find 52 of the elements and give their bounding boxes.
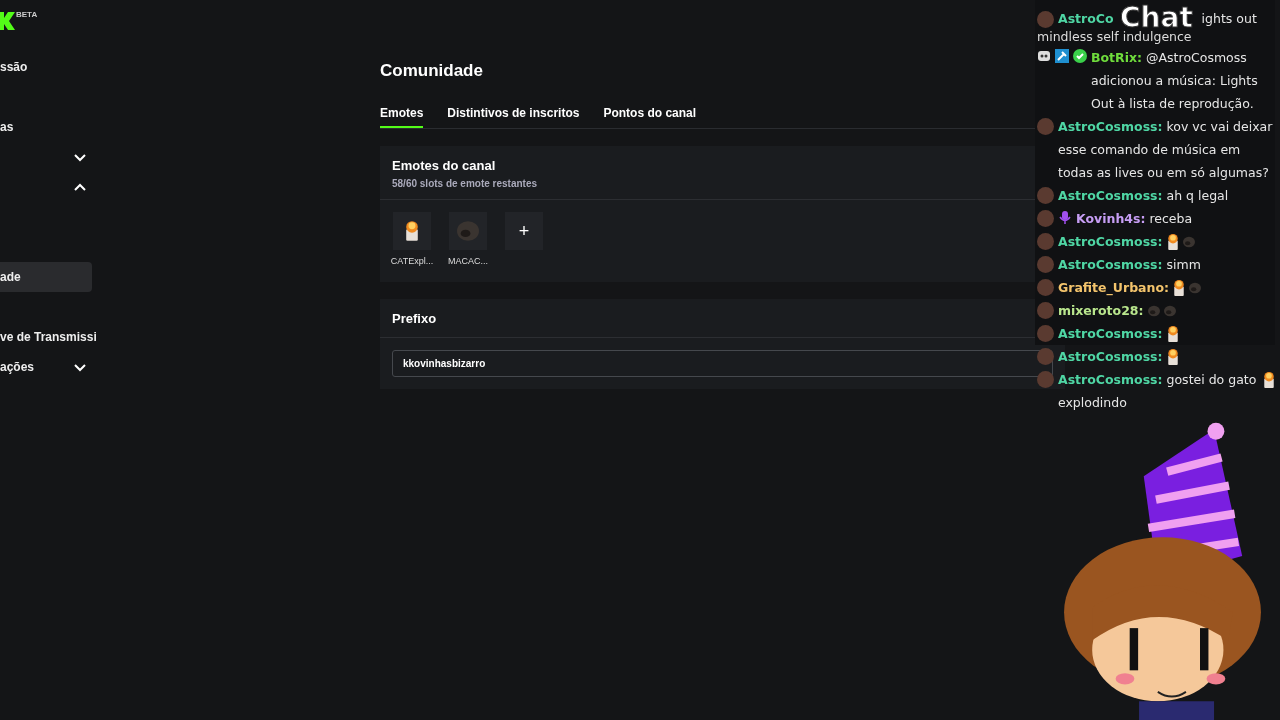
avatar-icon	[1037, 302, 1054, 319]
sidebar-item[interactable]: ade	[0, 262, 92, 292]
avatar-icon	[1037, 187, 1054, 204]
chat-message: Kovinh4s: receba	[1076, 210, 1194, 228]
chat-message-text: mindless self indulgence	[1037, 28, 1193, 46]
chat-username: mixeroto28:	[1058, 302, 1144, 320]
robot-badge-icon	[1037, 49, 1051, 63]
cat-emote-icon	[1263, 371, 1275, 389]
avatar-icon	[1037, 210, 1054, 227]
sidebar-item[interactable]: as	[0, 112, 92, 142]
prefix-input-field[interactable]: kkovinhasbizarro	[392, 350, 1053, 377]
chat-username: AstroCosmoss:	[1058, 348, 1163, 366]
page-title: Comunidade	[380, 60, 484, 82]
sidebar-item[interactable]: ssão	[0, 52, 92, 82]
emote-tile[interactable]	[393, 212, 431, 250]
avatar-icon	[1037, 279, 1054, 296]
tab[interactable]: Pontos do canal	[603, 99, 697, 128]
chat-username: AstroCosmoss:	[1058, 325, 1163, 343]
chat-message: AstroCosmoss: kov vc vai deixar esse comando de música em todas as lives ou em só algumas?	[1058, 118, 1274, 182]
avatar-icon	[1037, 11, 1054, 28]
emote-name: MACAC...	[448, 256, 488, 266]
avatar-icon	[1037, 256, 1054, 273]
chat-username: Grafite_Urbano:	[1058, 279, 1169, 298]
chat-message: AstroCosmoss: simm	[1058, 256, 1202, 274]
chat-username: AstroCo	[1058, 11, 1114, 27]
card-title: Emotes do canal	[392, 157, 496, 174]
tab[interactable]: Distintivos de inscritos	[447, 99, 580, 128]
chat-message: AstroCosmoss: ah q legal	[1058, 187, 1230, 205]
logo-icon[interactable]	[0, 10, 15, 31]
tab[interactable]: Emotes	[380, 99, 424, 128]
emote-tile[interactable]	[449, 212, 487, 250]
chat-message: BotRix: @AstroCosmoss adicionou a música: Lights Out à lista de reprodução.	[1091, 49, 1259, 113]
cat-emote-icon	[1173, 279, 1185, 297]
add-emote-button[interactable]: +	[505, 212, 543, 250]
avatar-icon	[1037, 233, 1054, 250]
slots-remaining-text: 58/60 slots de emote restantes	[392, 178, 538, 189]
cat-emote-icon	[1166, 233, 1179, 251]
chat-message-text: ights out	[1201, 11, 1257, 27]
verified-badge-icon	[1073, 49, 1087, 63]
beta-label: BETA	[16, 10, 38, 19]
chat-username: AstroCosmoss:	[1058, 233, 1163, 251]
chat-message: AstroCosmoss: gostei do gato explodindo	[1058, 371, 1258, 412]
card-title: Prefixo	[392, 310, 437, 327]
microphone-badge-icon	[1058, 210, 1072, 224]
avatar-icon	[1037, 325, 1054, 342]
cat-emote-icon	[1166, 348, 1179, 366]
hammer-badge-icon	[1055, 49, 1069, 63]
cat-emote-icon	[1166, 325, 1179, 343]
monkey-emote-icon	[457, 220, 479, 242]
sidebar-item[interactable]: ações	[0, 352, 92, 382]
emote-name: CATExpl...	[390, 256, 434, 266]
avatar-icon	[1037, 118, 1054, 135]
